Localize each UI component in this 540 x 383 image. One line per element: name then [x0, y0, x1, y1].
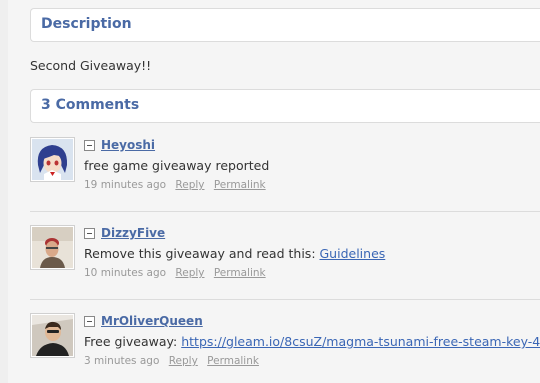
comment-meta: 3 minutes ago Reply Permalink — [84, 355, 540, 367]
comment-body: Heyoshi free game giveaway reported 19 m… — [84, 137, 272, 191]
comment-divider — [30, 299, 540, 300]
permalink-link[interactable]: Permalink — [214, 267, 266, 279]
timestamp: 10 minutes ago — [84, 267, 167, 279]
left-margin — [0, 0, 8, 383]
comment-divider — [30, 211, 540, 212]
collapse-icon[interactable] — [84, 139, 95, 151]
comment-meta: 19 minutes ago Reply Permalink — [84, 179, 272, 191]
anime-avatar-icon — [32, 139, 73, 180]
description-header: Description — [30, 8, 540, 42]
giveaway-link[interactable]: https://gleam.io/8csuZ/magma-tsunami-fre… — [181, 334, 540, 349]
comment-text-body: free game giveaway reported — [84, 158, 270, 173]
description-title: Description — [41, 16, 132, 32]
guidelines-link[interactable]: Guidelines — [320, 246, 386, 261]
person-avatar-icon — [32, 315, 73, 356]
comment-text: Remove this giveaway and read this: Guid… — [84, 246, 385, 261]
avatar[interactable] — [30, 225, 75, 270]
author-link[interactable]: DizzyFive — [101, 226, 165, 240]
reply-link[interactable]: Reply — [175, 267, 204, 279]
permalink-link[interactable]: Permalink — [214, 179, 266, 191]
comment-body: MrOliverQueen Free giveaway: https://gle… — [84, 313, 540, 367]
comment-text-body: Remove this giveaway and read this: — [84, 246, 320, 261]
author-link[interactable]: MrOliverQueen — [101, 314, 203, 328]
reply-link[interactable]: Reply — [169, 355, 198, 367]
comment-text-body: Free giveaway: — [84, 334, 182, 349]
comments-header: 3 Comments — [30, 89, 540, 123]
description-text: Second Giveaway!! — [30, 58, 152, 73]
comment-body: DizzyFive Remove this giveaway and read … — [84, 225, 385, 279]
avatar[interactable] — [30, 137, 75, 182]
avatar[interactable] — [30, 313, 75, 358]
timestamp: 19 minutes ago — [84, 179, 167, 191]
collapse-icon[interactable] — [84, 315, 95, 327]
permalink-link[interactable]: Permalink — [207, 355, 259, 367]
comment-text: free game giveaway reported — [84, 158, 272, 173]
author-line: Heyoshi — [84, 137, 272, 153]
timestamp: 3 minutes ago — [84, 355, 160, 367]
comment-text: Free giveaway: https://gleam.io/8csuZ/ma… — [84, 334, 540, 349]
author-link[interactable]: Heyoshi — [101, 138, 155, 152]
comment-meta: 10 minutes ago Reply Permalink — [84, 267, 385, 279]
person-avatar-icon — [32, 227, 73, 268]
comments-title: 3 Comments — [41, 97, 140, 113]
reply-link[interactable]: Reply — [175, 179, 204, 191]
author-line: DizzyFive — [84, 225, 385, 241]
author-line: MrOliverQueen — [84, 313, 540, 329]
collapse-icon[interactable] — [84, 227, 95, 239]
